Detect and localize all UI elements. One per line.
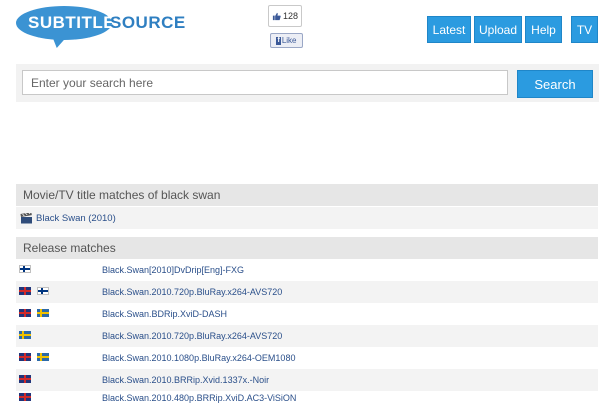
release-link[interactable]: Black.Swan.2010.1080p.BluRay.x264-OEM108… — [102, 347, 295, 369]
sweden-flag-icon — [19, 331, 31, 339]
like-label: Like — [281, 36, 297, 45]
uk-flag-icon — [19, 375, 31, 383]
clapperboard-icon — [20, 212, 32, 223]
release-row[interactable]: Black.Swan.2010.1080p.BluRay.x264-OEM108… — [16, 347, 598, 369]
nav-latest-button[interactable]: Latest — [427, 16, 471, 43]
search-button[interactable]: Search — [517, 70, 593, 98]
thumbs-up-icon — [272, 12, 281, 20]
release-row[interactable]: Black.Swan.2010.720p.BluRay.x264-AVS720 — [16, 325, 598, 347]
release-row[interactable]: Black.Swan.2010.720p.BluRay.x264-AVS720 — [16, 281, 598, 303]
logo-word-subtitle: SUBTITLE — [28, 13, 116, 32]
nav-help-button[interactable]: Help — [525, 16, 562, 43]
title-match-item[interactable]: Black Swan (2010) — [16, 207, 598, 229]
finland-flag-icon — [19, 265, 31, 273]
facebook-like-button[interactable]: f Like — [270, 33, 303, 48]
sweden-flag-icon — [37, 353, 49, 361]
release-link[interactable]: Black.Swan.2010.720p.BluRay.x264-AVS720 — [102, 281, 282, 303]
uk-flag-icon — [19, 393, 31, 401]
logo-word-source: SOURCE — [110, 13, 186, 32]
sweden-flag-icon — [37, 309, 49, 317]
release-row[interactable]: Black.Swan.BDRip.XviD-DASH — [16, 303, 598, 325]
uk-flag-icon — [19, 353, 31, 361]
uk-flag-icon — [19, 287, 31, 295]
nav-tv-button[interactable]: TV — [571, 16, 598, 43]
release-row[interactable]: Black.Swan.2010.480p.BRRip.XviD.AC3-ViSi… — [16, 387, 598, 409]
like-count-box: 128 — [268, 5, 302, 27]
release-row[interactable]: Black.Swan[2010]DvDrip[Eng]-FXG — [16, 259, 598, 281]
search-input[interactable] — [22, 70, 508, 95]
title-match-link[interactable]: Black Swan (2010) — [36, 213, 116, 224]
like-count: 128 — [282, 11, 299, 21]
release-link[interactable]: Black.Swan.BDRip.XviD-DASH — [102, 303, 227, 325]
finland-flag-icon — [37, 287, 49, 295]
release-link[interactable]: Black.Swan.2010.480p.BRRip.XviD.AC3-ViSi… — [102, 387, 296, 409]
title-matches-heading: Movie/TV title matches of black swan — [16, 184, 598, 206]
nav-upload-button[interactable]: Upload — [474, 16, 522, 43]
uk-flag-icon — [19, 309, 31, 317]
facebook-icon: f — [276, 36, 281, 45]
speech-bubble-tail — [48, 34, 70, 48]
release-link[interactable]: Black.Swan.2010.720p.BluRay.x264-AVS720 — [102, 325, 282, 347]
site-logo[interactable]: SUBTITLE SOURCE — [16, 6, 185, 52]
release-link[interactable]: Black.Swan[2010]DvDrip[Eng]-FXG — [102, 259, 244, 281]
release-matches-heading: Release matches — [16, 237, 598, 259]
